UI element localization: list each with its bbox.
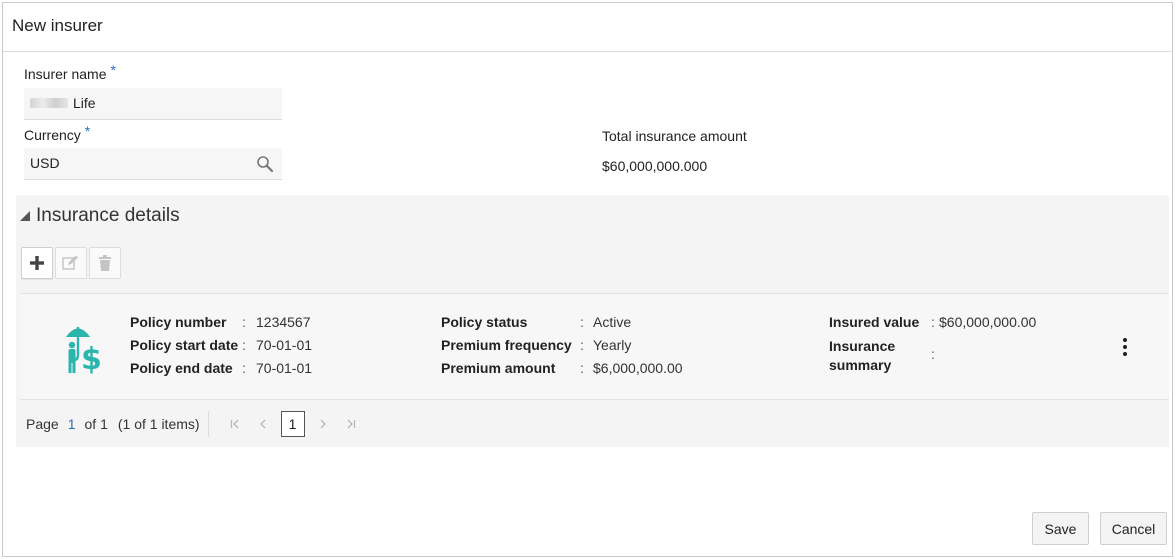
currency-field[interactable]: USD <box>24 148 282 180</box>
policy-status-label: Policy status <box>441 314 528 330</box>
separator: : <box>931 314 935 330</box>
plus-icon <box>30 256 44 270</box>
pagination: Page 1 of 1 (1 of 1 items) 1 <box>26 411 365 437</box>
policy-status-row: Policy status : Active <box>441 314 631 330</box>
insurer-name-label: Insurer name * <box>24 62 116 82</box>
redacted-text <box>30 98 68 109</box>
search-icon[interactable] <box>256 155 274 173</box>
title-bar: New insurer <box>3 3 1172 52</box>
insurance-details-header[interactable]: Insurance details <box>20 205 180 227</box>
first-page-icon[interactable] <box>221 416 249 432</box>
currency-label-text: Currency <box>24 127 81 143</box>
required-mark: * <box>84 123 91 139</box>
insurance-summary-label-line1: Insurance <box>829 338 896 354</box>
cancel-button[interactable]: Cancel <box>1100 512 1167 545</box>
more-options-icon[interactable] <box>1122 338 1128 358</box>
insurer-name-value: Life <box>73 95 96 111</box>
svg-text:$: $ <box>81 342 102 375</box>
currency-label: Currency * <box>24 123 90 143</box>
insurer-name-field[interactable]: Life <box>24 88 282 120</box>
insurance-summary-label-line2: summary <box>829 357 892 373</box>
policy-end-label: Policy end date <box>130 360 233 376</box>
policy-start-label: Policy start date <box>130 337 239 353</box>
insured-value-label: Insured value <box>829 314 920 330</box>
umbrella-dollar-icon: $ <box>66 327 102 375</box>
page-title: New insurer <box>12 16 103 35</box>
edit-button[interactable] <box>55 247 87 279</box>
currency-value: USD <box>30 155 60 171</box>
premium-frequency-value: Yearly <box>593 337 632 353</box>
separator: : <box>580 314 584 330</box>
premium-amount-label: Premium amount <box>441 360 556 376</box>
add-button[interactable] <box>21 247 53 279</box>
insurance-summary-label: Insurance summary <box>829 337 895 375</box>
insurance-summary-value-row: : <box>931 346 935 362</box>
required-mark: * <box>110 62 116 78</box>
premium-amount-row: Premium amount : $6,000,000.00 <box>441 360 683 376</box>
edit-icon <box>62 255 78 270</box>
record-toolbar <box>21 247 121 279</box>
separator: : <box>242 337 246 353</box>
previous-page-icon[interactable] <box>249 416 277 432</box>
insurance-record-card: $ Policy number : 1234567 Policy start d… <box>20 293 1169 400</box>
separator: : <box>242 360 246 376</box>
separator: : <box>242 314 246 330</box>
policy-number-row: Policy number : 1234567 <box>130 314 311 330</box>
separator: : <box>580 360 584 376</box>
page-number-box[interactable]: 1 <box>280 411 305 437</box>
premium-frequency-row: Premium frequency : Yearly <box>441 337 631 353</box>
policy-number-label: Policy number <box>130 314 227 330</box>
current-page: 1 <box>67 416 76 432</box>
next-page-icon[interactable] <box>309 416 337 432</box>
last-page-icon[interactable] <box>337 416 365 432</box>
separator: : <box>931 346 935 362</box>
delete-button[interactable] <box>89 247 121 279</box>
insurance-details-title: Insurance details <box>36 205 180 226</box>
page-label: Page <box>26 416 59 432</box>
insured-value-row: Insured value : $60,000,000.00 <box>829 314 1036 330</box>
insurance-details-section: Insurance details $ Policy number: 1234… <box>16 195 1169 447</box>
total-insurance-label: Total insurance amount <box>602 128 747 144</box>
policy-start-value: 70-01-01 <box>256 337 313 353</box>
policy-end-row: Policy end date : 70-01-01 <box>130 360 312 376</box>
policy-end-value: 70-01-01 <box>256 360 313 376</box>
total-insurance-value: $60,000,000.000 <box>602 158 708 174</box>
premium-frequency-label: Premium frequency <box>441 337 572 353</box>
insurer-name-label-text: Insurer name <box>24 66 107 82</box>
save-button[interactable]: Save <box>1032 512 1089 545</box>
page-count: of 1 <box>84 416 108 432</box>
insured-value-value: $60,000,000.00 <box>939 314 1037 330</box>
collapse-triangle-icon[interactable] <box>20 211 30 221</box>
pager-divider <box>207 411 209 437</box>
separator: : <box>580 337 584 353</box>
policy-number-value: 1234567 <box>256 314 311 330</box>
policy-start-row: Policy start date : 70-01-01 <box>130 337 312 353</box>
policy-status-value: Active <box>593 314 632 330</box>
trash-icon <box>99 255 111 271</box>
premium-amount-value: $6,000,000.00 <box>593 360 683 376</box>
new-insurer-window: New insurer Insurer name * Life Currency *… <box>2 2 1173 557</box>
item-count: (1 of 1 items) <box>117 416 200 432</box>
